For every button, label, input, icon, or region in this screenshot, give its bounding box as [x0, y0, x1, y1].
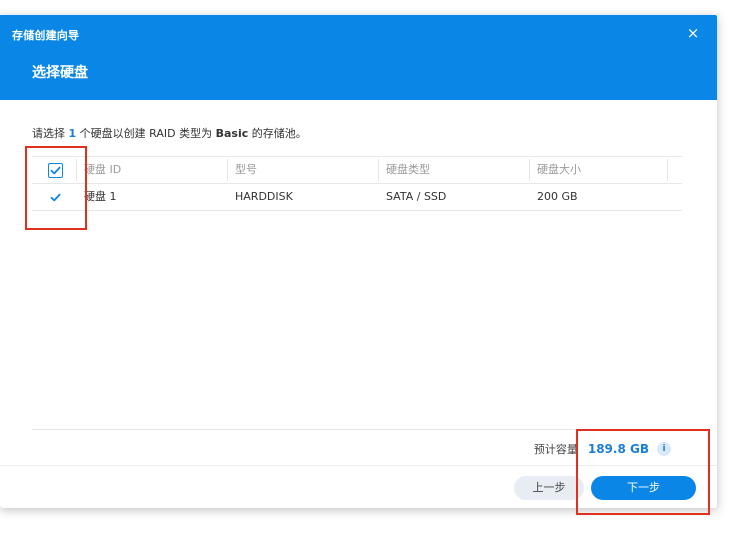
column-divider — [667, 159, 668, 181]
cell-disk-id: 硬盘 1 — [84, 190, 117, 203]
column-header-disk-id[interactable]: 硬盘 ID — [84, 157, 121, 183]
estimated-capacity: 预计容量 189.8 GB i — [534, 439, 671, 459]
step-title: 选择硬盘 — [32, 65, 88, 81]
window-title: 存储创建向导 — [12, 29, 80, 42]
disk-count: 1 — [68, 127, 77, 140]
check-icon — [50, 193, 61, 202]
table-row[interactable]: 硬盘 1 HARDDISK SATA / SSD 200 GB — [32, 184, 682, 211]
cell-disk-size: 200 GB — [537, 190, 578, 203]
column-divider — [529, 159, 530, 181]
column-header-disk-type[interactable]: 硬盘类型 — [386, 157, 430, 183]
column-divider — [227, 159, 228, 181]
column-header-disk-size[interactable]: 硬盘大小 — [537, 157, 581, 183]
storage-wizard-dialog: 存储创建向导 × 选择硬盘 请选择 1 个硬盘以创建 RAID 类型为 Basi… — [0, 15, 717, 508]
column-divider — [76, 159, 77, 181]
cell-model: HARDDISK — [235, 190, 293, 203]
instruction-middle: 个硬盘以创建 RAID 类型为 — [76, 127, 216, 140]
previous-button[interactable]: 上一步 — [514, 476, 584, 500]
column-header-model[interactable]: 型号 — [235, 157, 257, 183]
instruction-text: 请选择 1 个硬盘以创建 RAID 类型为 Basic 的存储池。 — [32, 125, 307, 141]
next-button[interactable]: 下一步 — [591, 476, 696, 500]
disk-table: 硬盘 ID 型号 硬盘类型 硬盘大小 硬盘 1 HARDDISK SATA / … — [32, 156, 682, 211]
row-checkbox[interactable] — [48, 190, 63, 205]
button-bar: 上一步 下一步 — [0, 465, 717, 508]
capacity-label: 预计容量 — [533, 443, 578, 456]
instruction-suffix: 的存储池。 — [248, 127, 307, 140]
column-divider — [378, 159, 379, 181]
select-all-checkbox[interactable] — [48, 163, 63, 178]
check-icon — [50, 166, 61, 175]
table-header-row: 硬盘 ID 型号 硬盘类型 硬盘大小 — [32, 156, 682, 184]
dialog-header: 存储创建向导 × 选择硬盘 — [0, 15, 717, 100]
close-icon[interactable]: × — [683, 23, 703, 43]
cell-disk-type: SATA / SSD — [386, 190, 447, 203]
instruction-prefix: 请选择 — [32, 127, 69, 140]
info-icon[interactable]: i — [657, 442, 671, 456]
capacity-value: 189.8 GB — [587, 442, 649, 456]
footer-divider — [32, 429, 682, 430]
raid-type: Basic — [215, 127, 249, 140]
